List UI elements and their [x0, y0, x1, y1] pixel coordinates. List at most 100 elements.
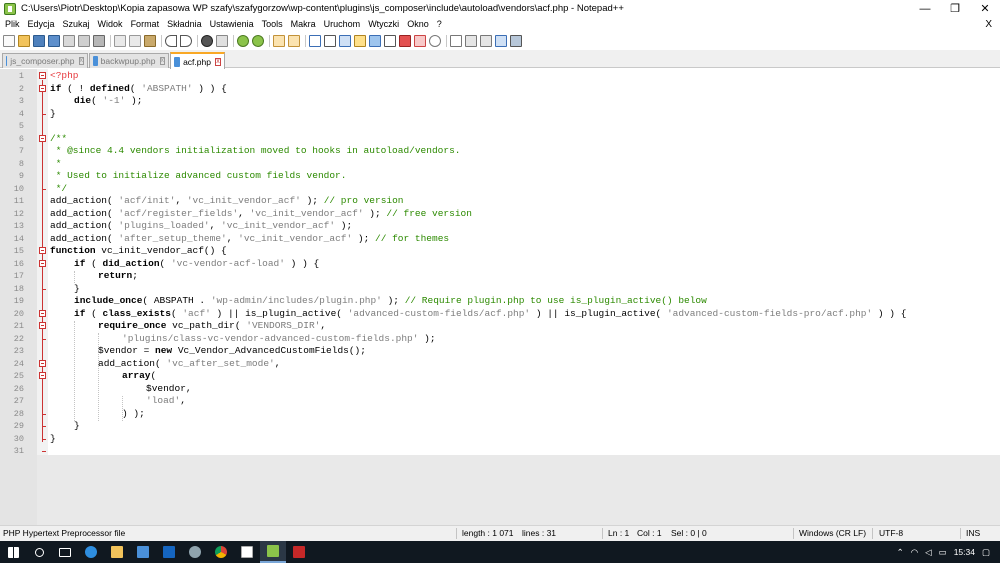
close-file-icon[interactable] — [63, 35, 75, 47]
close-button[interactable]: ✕ — [970, 0, 1000, 17]
volume-icon[interactable]: ◁ — [925, 547, 932, 558]
taskbar-explorer[interactable] — [104, 541, 130, 563]
zoom-out-icon[interactable] — [252, 35, 264, 47]
fold-end-marker — [42, 289, 46, 290]
edge-icon — [85, 546, 97, 558]
start-button[interactable] — [0, 541, 26, 563]
status-encoding[interactable]: UTF-8 — [879, 526, 903, 541]
tab-acf[interactable]: acf.php x — [170, 52, 225, 69]
search-button[interactable] — [26, 541, 52, 563]
function-list-icon[interactable] — [384, 35, 396, 47]
save-all-icon[interactable] — [48, 35, 60, 47]
open-file-icon[interactable] — [18, 35, 30, 47]
line-number: 31 — [13, 446, 24, 456]
status-divider — [960, 528, 961, 539]
word-wrap-icon[interactable] — [309, 35, 321, 47]
keyboard-icon[interactable]: ▭ — [939, 547, 947, 558]
taskbar-edge[interactable] — [78, 541, 104, 563]
close-document-button[interactable]: X — [985, 17, 992, 32]
tab-close-icon[interactable]: x — [159, 57, 165, 65]
undo-icon[interactable] — [165, 35, 177, 47]
cut-icon[interactable] — [114, 35, 126, 47]
clock[interactable]: 15:34 — [954, 547, 975, 557]
network-icon[interactable]: ◠ — [911, 547, 918, 558]
code-token: ( ABSPATH . — [142, 295, 211, 306]
menu-uruchom[interactable]: Uruchom — [320, 17, 365, 32]
minimize-button[interactable]: — — [910, 0, 940, 17]
taskbar-photos[interactable] — [234, 541, 260, 563]
indent-guide — [74, 271, 75, 283]
code-line: * — [50, 158, 62, 171]
taskbar-filezilla[interactable] — [286, 541, 312, 563]
tab-bar: js_composer.php x backwpup.php x acf.php… — [0, 50, 1000, 69]
eye-icon[interactable] — [429, 35, 441, 47]
code-line: if ( class_exists( 'acf' ) || is_plugin_… — [74, 308, 906, 321]
show-hidden-icons-icon[interactable]: ⌃ — [897, 547, 904, 558]
save-icon[interactable] — [33, 35, 45, 47]
menu-tools[interactable]: Tools — [258, 17, 287, 32]
udl-icon[interactable] — [354, 35, 366, 47]
status-eol[interactable]: Windows (CR LF) — [799, 526, 866, 541]
menu-help[interactable]: ? — [433, 17, 446, 32]
print-icon[interactable] — [93, 35, 105, 47]
menu-format[interactable]: Format — [127, 17, 164, 32]
status-ln: Ln : 1 — [608, 528, 630, 538]
menu-edycja[interactable]: Edycja — [24, 17, 59, 32]
php-open-tag: <?php — [50, 70, 79, 81]
menu-widok[interactable]: Widok — [94, 17, 127, 32]
menu-makra[interactable]: Makra — [287, 17, 320, 32]
copy-icon[interactable] — [129, 35, 141, 47]
fold-toggle-icon[interactable] — [39, 309, 46, 317]
fold-toggle-icon[interactable] — [39, 359, 46, 367]
editor-area[interactable]: 1 2 3 4 5 6 7 8 9 10 11 12 13 14 15 16 1… — [0, 69, 1000, 525]
save-macro-icon[interactable] — [510, 35, 522, 47]
fold-end-marker — [42, 189, 46, 190]
fold-toggle-icon[interactable] — [39, 247, 46, 254]
tab-js-composer[interactable]: js_composer.php x — [2, 53, 88, 68]
tab-close-icon[interactable]: x — [214, 57, 221, 66]
close-all-icon[interactable] — [78, 35, 90, 47]
fold-toggle-icon[interactable] — [39, 322, 46, 329]
taskbar-app[interactable] — [182, 541, 208, 563]
menu-okno[interactable]: Okno — [403, 17, 433, 32]
taskbar-chrome[interactable] — [208, 541, 234, 563]
redo-icon[interactable] — [180, 35, 192, 47]
tab-backwpup[interactable]: backwpup.php x — [89, 53, 169, 68]
status-insert-mode[interactable]: INS — [966, 526, 980, 541]
monitor-icon[interactable] — [414, 35, 426, 47]
taskbar-notepad-plus-plus[interactable] — [260, 541, 286, 563]
menu-plik[interactable]: Plik — [0, 17, 24, 32]
menu-ustawienia[interactable]: Ustawienia — [206, 17, 258, 32]
replace-icon[interactable] — [216, 35, 228, 47]
fold-toggle-icon[interactable] — [39, 134, 46, 142]
fold-toggle-icon[interactable] — [39, 372, 46, 379]
menu-skladnia[interactable]: Składnia — [163, 17, 206, 32]
show-all-chars-icon[interactable] — [324, 35, 336, 47]
doc-map-icon[interactable] — [369, 35, 381, 47]
paste-icon[interactable] — [144, 35, 156, 47]
fold-toggle-icon[interactable] — [39, 259, 46, 267]
sync-horizontal-icon[interactable] — [288, 35, 300, 47]
play-macro-icon[interactable] — [480, 35, 492, 47]
record-macro-icon[interactable] — [450, 35, 462, 47]
maximize-button[interactable]: ❐ — [940, 0, 970, 17]
sync-vertical-icon[interactable] — [273, 35, 285, 47]
fold-toggle-icon[interactable] — [39, 84, 46, 92]
menu-wtyczki[interactable]: Wtyczki — [364, 17, 403, 32]
notifications-icon[interactable]: ▢ — [982, 547, 990, 558]
code-token: 'acf/register_fields' — [118, 207, 239, 219]
new-file-icon[interactable] — [3, 35, 15, 47]
fold-toggle-icon[interactable] — [39, 72, 46, 79]
run-macro-multiple-icon[interactable] — [495, 35, 507, 47]
taskbar-store[interactable] — [130, 541, 156, 563]
task-view-button[interactable] — [52, 541, 78, 563]
empty-editor-space[interactable] — [37, 455, 1000, 525]
indent-guide-icon[interactable] — [339, 35, 351, 47]
tab-close-icon[interactable]: x — [78, 57, 84, 65]
stop-macro-icon[interactable] — [465, 35, 477, 47]
taskbar-outlook[interactable] — [156, 541, 182, 563]
menu-szukaj[interactable]: Szukaj — [59, 17, 94, 32]
folder-workspace-icon[interactable] — [399, 35, 411, 47]
zoom-in-icon[interactable] — [237, 35, 249, 47]
find-icon[interactable] — [201, 35, 213, 47]
